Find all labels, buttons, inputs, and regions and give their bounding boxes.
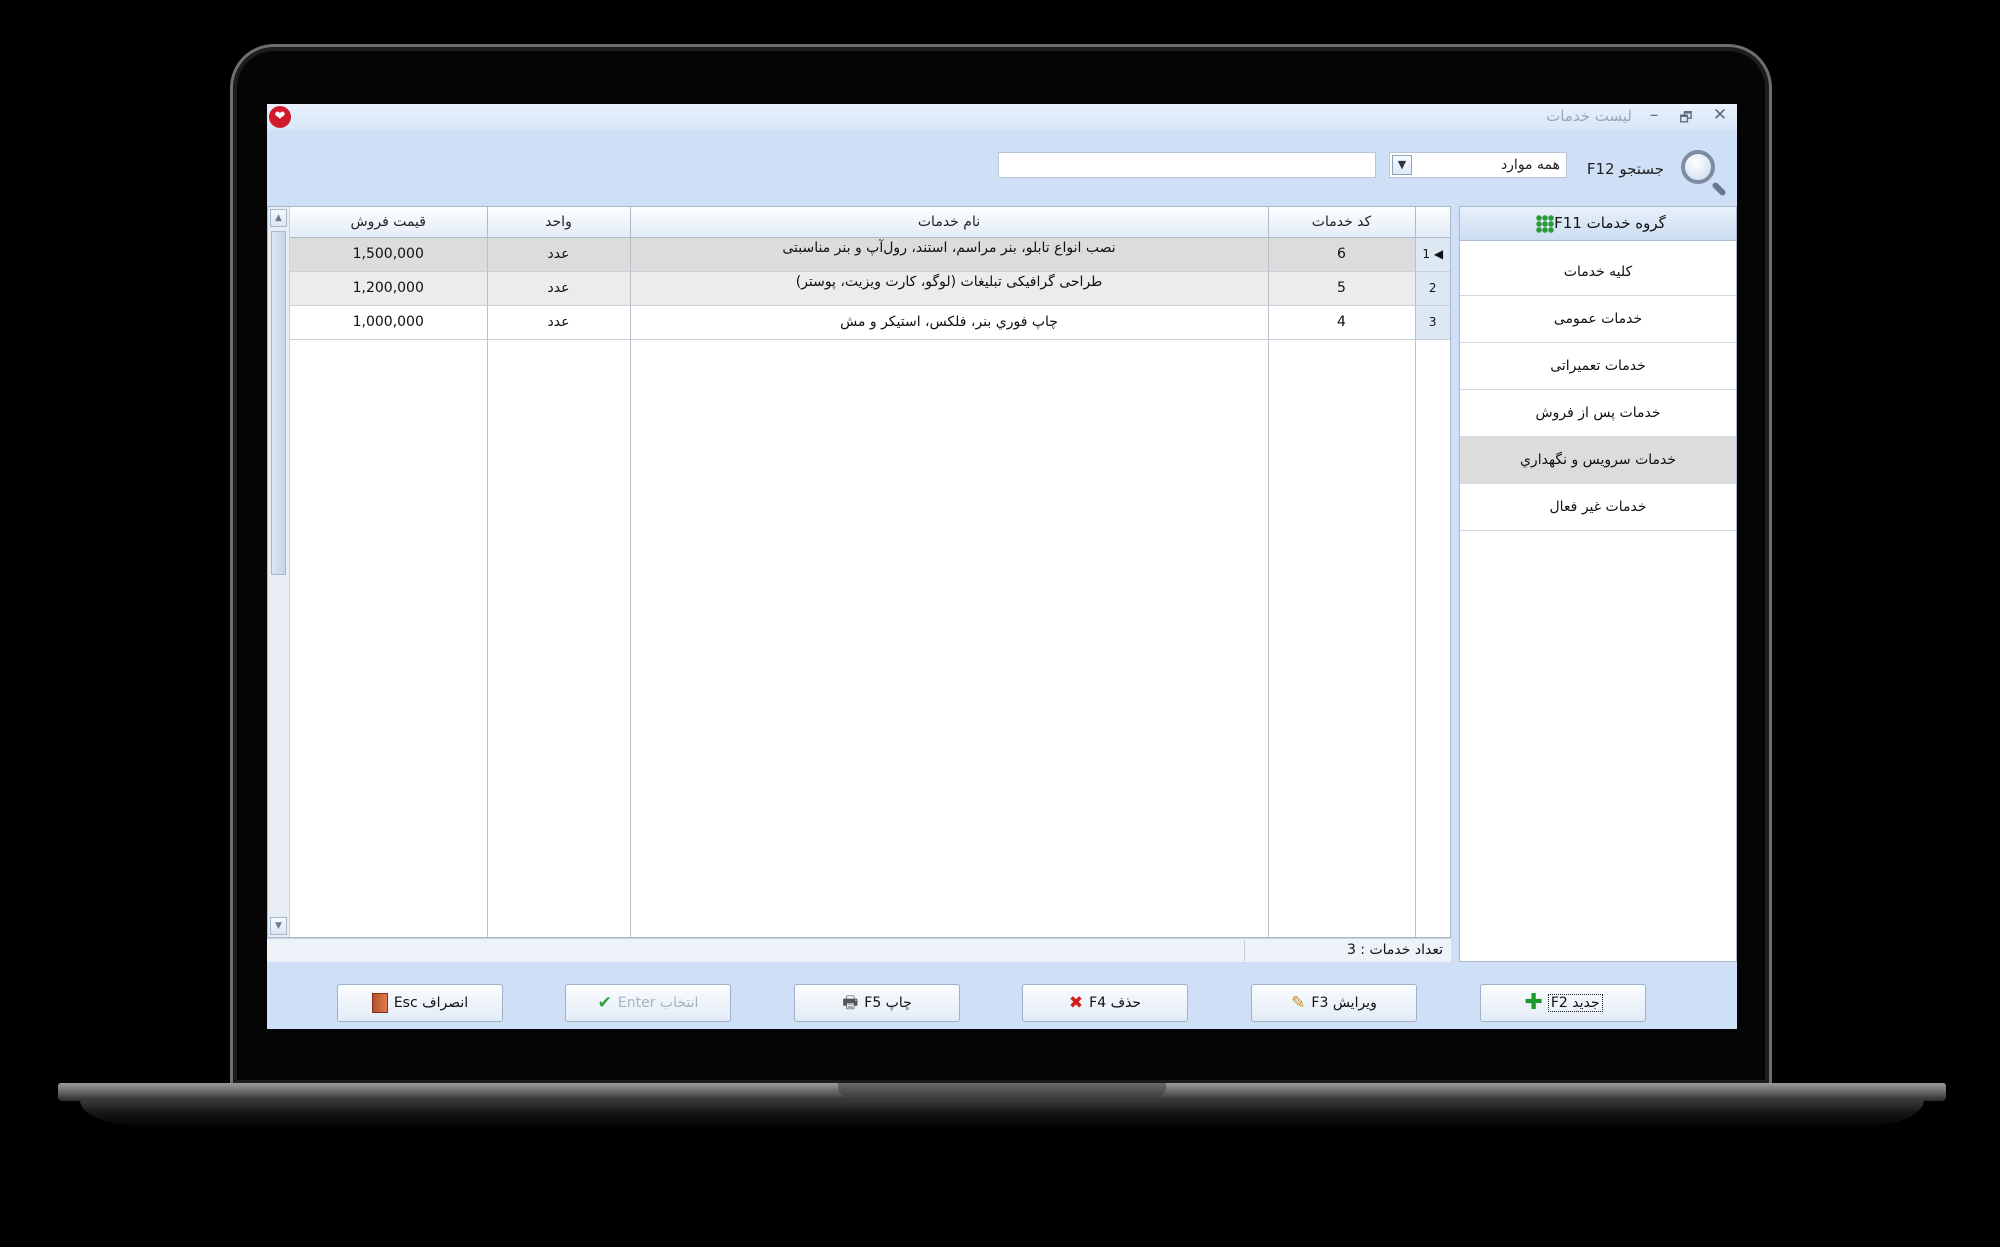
status-bar: تعداد خدمات : 3 [267,938,1451,962]
cell-code: 6 [1268,237,1416,272]
close-icon[interactable]: ✕ [1709,105,1731,125]
delete-x-icon: ✖ [1068,993,1084,1013]
cell-name: طراحی گرافیکی تبلیغات (لوگو، کارت ویزیت،… [630,271,1269,306]
row-indicator: ◀ 1 [1415,237,1450,272]
new-button-label: جدید F2 [1547,994,1603,1012]
minimize-icon[interactable]: – [1643,105,1665,125]
group-item-after-sales[interactable]: خدمات پس از فروش [1460,390,1736,437]
cell-unit: عدد [487,271,631,306]
cell-unit: عدد [487,237,631,272]
row-indicator-header [1415,207,1450,238]
laptop-base-lip [80,1100,1924,1126]
group-item-all[interactable]: کلیه خدمات [1460,249,1736,296]
printer-icon: 🖶 [842,993,859,1013]
search-label: جستجو F12 [1586,160,1664,178]
delete-button-label: حذف F4 [1089,995,1142,1011]
app-window: ❤ لیست خدمات – 🗗 ✕ جستجو F12 همه موارد ▼… [267,104,1737,1029]
table-row[interactable]: 1,200,000 عدد طراحی گرافیکی تبلیغات (لوگ… [290,271,1450,306]
scroll-thumb[interactable] [271,231,286,575]
service-groups-header[interactable]: گروه خدمات F11 [1460,207,1736,241]
cell-name: چاپ فوري بنر، فلکس، استیکر و مش [630,305,1269,340]
search-scope-value: همه موارد [1500,157,1560,173]
window-title: لیست خدمات [1546,107,1632,125]
plus-icon: ✚ [1524,990,1543,1015]
cell-price: 1,000,000 [290,305,488,340]
table-row[interactable]: 1,000,000 عدد چاپ فوري بنر، فلکس، استیکر… [290,305,1450,340]
print-button[interactable]: چاپ F5 🖶 [794,984,960,1022]
chevron-down-icon[interactable]: ▼ [1392,155,1412,175]
search-input[interactable] [998,152,1376,178]
table-header-row: قیمت فروش واحد نام خدمات کد خدمات [290,207,1450,238]
cancel-button[interactable]: انصراف Esc [337,984,503,1022]
column-header-unit[interactable]: واحد [487,207,631,238]
cell-price: 1,500,000 [290,237,488,272]
group-item-maintenance[interactable]: خدمات سرویس و نگهداري [1460,437,1736,484]
new-button[interactable]: جدید F2✚ [1480,984,1646,1022]
group-item-repair[interactable]: خدمات تعمیراتی [1460,343,1736,390]
cell-name: نصب انواع تابلو، بنر مراسم، استند، رول‌آ… [630,237,1269,272]
edit-button[interactable]: ویرایش F3 ✎ [1251,984,1417,1022]
exit-door-icon [371,993,388,1013]
status-divider [1244,941,1245,961]
group-item-general[interactable]: خدمات عمومی [1460,296,1736,343]
cell-code: 4 [1268,305,1416,340]
action-toolbar: جدید F2✚ ویرایش F3 ✎ حذف F4 ✖ چاپ F5 🖶 انتخ… [267,962,1737,1029]
print-button-label: چاپ F5 [864,995,912,1011]
scroll-down-icon[interactable]: ▼ [270,917,287,935]
service-groups-title: گروه خدمات F11 [1554,214,1666,232]
title-bar: ❤ لیست خدمات – 🗗 ✕ [267,104,1737,130]
row-indicator: 3 [1415,305,1450,340]
cell-price: 1,200,000 [290,271,488,306]
vertical-scrollbar[interactable]: ▲ ▼ [268,207,290,937]
grid-icon [1536,214,1555,233]
app-logo-icon[interactable]: ❤ [269,106,291,128]
cell-unit: عدد [487,305,631,340]
services-table: قیمت فروش واحد نام خدمات کد خدمات 1,500,… [290,207,1450,340]
check-icon: ✔ [597,993,612,1013]
search-scope-select[interactable]: همه موارد ▼ [1389,152,1567,178]
column-header-code[interactable]: کد خدمات [1268,207,1416,238]
table-row[interactable]: 1,500,000 عدد نصب انواع تابلو، بنر مراسم… [290,237,1450,272]
group-item-inactive[interactable]: خدمات غیر فعال [1460,484,1736,531]
laptop-hinge-notch [838,1083,1166,1097]
search-icon[interactable] [1681,150,1715,184]
row-number: 3 [1428,315,1437,329]
column-header-price[interactable]: قیمت فروش [290,207,488,238]
select-button[interactable]: انتخاب Enter ✔ [565,984,731,1022]
row-number: 1 [1422,247,1431,261]
row-indicator: 2 [1415,271,1450,306]
cell-code: 5 [1268,271,1416,306]
select-button-label: انتخاب Enter [617,995,699,1011]
cancel-button-label: انصراف Esc [393,995,469,1011]
current-row-icon: ◀ [1433,247,1444,261]
services-count: تعداد خدمات : 3 [1346,942,1443,958]
delete-button[interactable]: حذف F4 ✖ [1022,984,1188,1022]
scroll-up-icon[interactable]: ▲ [270,209,287,227]
row-number: 2 [1428,281,1437,295]
edit-button-label: ویرایش F3 [1311,995,1377,1011]
service-groups-panel: گروه خدمات F11 کلیه خدمات خدمات عمومی خد… [1459,206,1737,962]
search-bar: جستجو F12 همه موارد ▼ [267,130,1737,206]
services-grid: ▲ ▼ قیمت فروش واحد نام خدمات کد خدمات 1,… [267,206,1451,938]
pencil-icon: ✎ [1291,993,1306,1013]
column-header-name[interactable]: نام خدمات [630,207,1269,238]
maximize-icon[interactable]: 🗗 [1675,107,1697,131]
